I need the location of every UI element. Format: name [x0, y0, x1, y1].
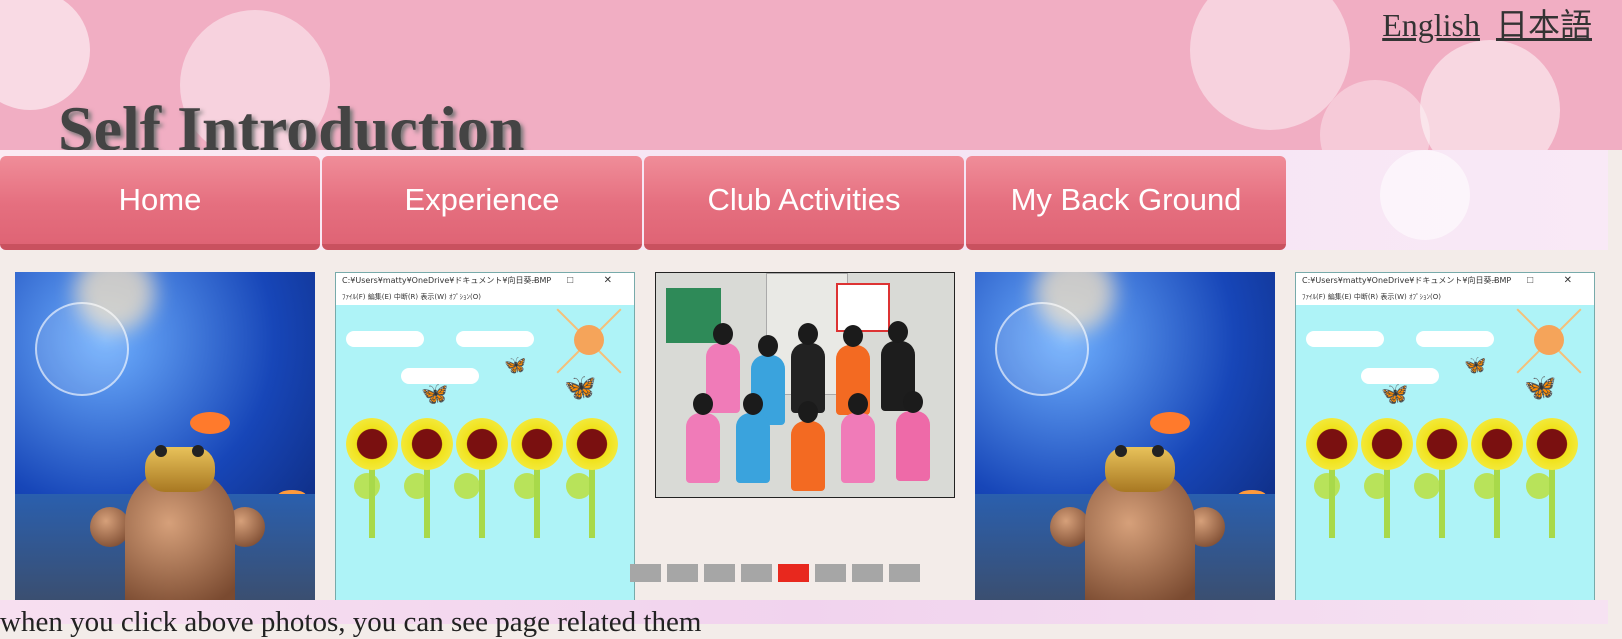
carousel-pagination — [630, 564, 920, 582]
carousel-dot[interactable] — [889, 564, 920, 582]
nav-club-activities-button[interactable]: Club Activities — [644, 156, 964, 250]
paint-window-menu: ﾌｧｲﾙ(F) 編集(E) 中断(R) 表示(W) ｵﾌﾟｼｮﾝ(O) — [1296, 291, 1594, 305]
carousel-slide-mascot-ocean[interactable] — [15, 272, 315, 604]
paint-window-controls: – □ ✕ — [531, 275, 626, 286]
carousel-dot[interactable] — [667, 564, 698, 582]
carousel-dot-active[interactable] — [778, 564, 809, 582]
nav-my-back-ground-button[interactable]: My Back Ground — [966, 156, 1286, 250]
nav-experience-button[interactable]: Experience — [322, 156, 642, 250]
ocean-mascot-image — [15, 272, 315, 604]
cherry-blossom-decoration — [1420, 40, 1560, 150]
paint-window-menu: ﾌｧｲﾙ(F) 編集(E) 中断(R) 表示(W) ｵﾌﾟｼｮﾝ(O) — [336, 291, 634, 305]
page-title: Self Introduction — [58, 93, 525, 150]
carousel-slide-sunflower-drawing[interactable]: C:¥Users¥matty¥OneDrive¥ドキュメント¥向日葵.BMP –… — [1295, 272, 1595, 604]
carousel-dot[interactable] — [630, 564, 661, 582]
carousel-dot[interactable] — [852, 564, 883, 582]
sunflower-paint-image: C:¥Users¥matty¥OneDrive¥ドキュメント¥向日葵.BMP –… — [1295, 272, 1595, 604]
photo-carousel: C:¥Users¥matty¥OneDrive¥ドキュメント¥向日葵.BMP –… — [0, 250, 1608, 604]
paint-window-controls: – □ ✕ — [1491, 275, 1586, 286]
language-link-japanese[interactable]: 日本語 — [1496, 7, 1592, 43]
main-nav: Home Experience Club Activities My Back … — [0, 156, 1286, 250]
language-switcher: English 日本語 — [1374, 0, 1592, 46]
carousel-slide-club-group-photo[interactable] — [655, 272, 955, 498]
ocean-mascot-image — [975, 272, 1275, 604]
carousel-dot[interactable] — [741, 564, 772, 582]
club-group-photo — [656, 273, 954, 497]
carousel-dot[interactable] — [704, 564, 735, 582]
carousel-dot[interactable] — [815, 564, 846, 582]
carousel-slide-sunflower-drawing[interactable]: C:¥Users¥matty¥OneDrive¥ドキュメント¥向日葵.BMP –… — [335, 272, 635, 604]
sunflower-paint-image: C:¥Users¥matty¥OneDrive¥ドキュメント¥向日葵.BMP –… — [335, 272, 635, 604]
carousel-caption: when you click above photos, you can see… — [0, 606, 702, 638]
carousel-slide-mascot-ocean[interactable] — [975, 272, 1275, 604]
nav-home-button[interactable]: Home — [0, 156, 320, 250]
header-banner: English 日本語 Self Introduction — [0, 0, 1622, 150]
language-link-english[interactable]: English — [1382, 7, 1480, 43]
